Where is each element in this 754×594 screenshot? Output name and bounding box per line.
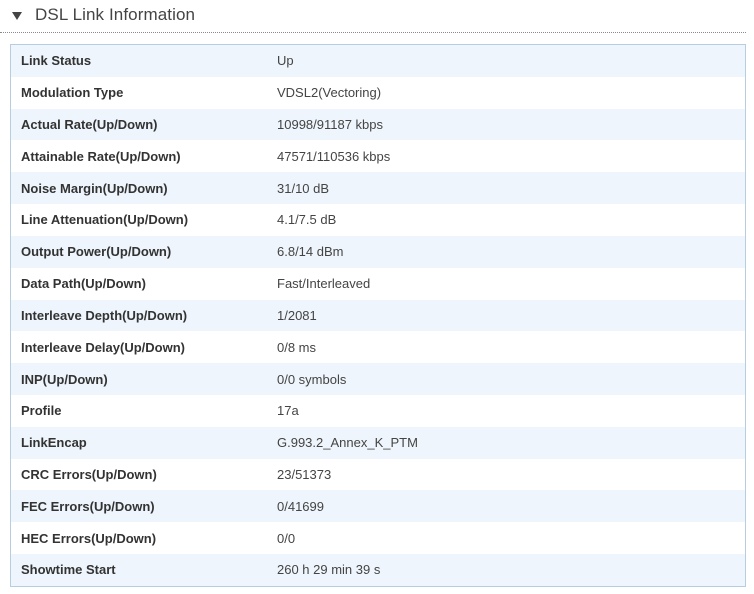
table-row-actual-rate: Actual Rate(Up/Down) 10998/91187 kbps [11,108,745,141]
row-value: 4.1/7.5 dB [277,212,337,228]
table-row-noise-margin: Noise Margin(Up/Down) 31/10 dB [11,172,745,205]
row-label: Modulation Type [21,85,124,101]
row-value: 260 h 29 min 39 s [277,562,381,578]
row-value: 0/0 [277,530,296,546]
table-row-profile: Profile 17a [11,394,745,427]
row-value: 1/2081 [277,307,317,323]
dsl-info-table: Link Status Up Modulation Type VDSL2(Vec… [10,44,746,587]
table-row-modulation-type: Modulation Type VDSL2(Vectoring) [11,76,745,109]
table-row-showtime-start: Showtime Start 260 h 29 min 39 s [11,554,745,586]
section-title: DSL Link Information [35,5,196,24]
section-divider [0,32,746,33]
row-label: Output Power(Up/Down) [21,244,172,260]
table-row-attainable-rate: Attainable Rate(Up/Down) 47571/110536 kb… [11,140,745,173]
row-label: LinkEncap [21,435,87,451]
row-value: Up [277,53,294,69]
row-label: Data Path(Up/Down) [21,276,146,292]
row-value: 10998/91187 kbps [277,117,384,133]
triangle-down-icon[interactable] [12,12,22,20]
table-row-interleave-depth: Interleave Depth(Up/Down) 1/2081 [11,299,745,332]
table-row-output-power: Output Power(Up/Down) 6.8/14 dBm [11,235,745,268]
row-value: 0/41699 [277,498,324,514]
row-label: Noise Margin(Up/Down) [21,180,168,196]
row-value: 31/10 dB [277,180,330,196]
row-value: 47571/110536 kbps [277,148,391,164]
table-row-interleave-delay: Interleave Delay(Up/Down) 0/8 ms [11,331,745,364]
row-value: Fast/Interleaved [277,276,371,292]
dsl-link-info-section-toggle[interactable]: DSL Link Information [0,0,746,30]
table-row-line-attenuation: Line Attenuation(Up/Down) 4.1/7.5 dB [11,204,745,236]
row-label: FEC Errors(Up/Down) [21,498,155,514]
table-row-link-status: Link Status Up [11,45,745,77]
table-row-inp: INP(Up/Down) 0/0 symbols [11,363,745,395]
row-value: 17a [277,403,299,419]
row-label: HEC Errors(Up/Down) [21,530,157,546]
table-row-data-path: Data Path(Up/Down) Fast/Interleaved [11,267,745,300]
table-row-crc-errors: CRC Errors(Up/Down) 23/51373 [11,458,745,491]
row-label: Profile [21,403,62,419]
row-label: Actual Rate(Up/Down) [21,117,158,133]
row-value: VDSL2(Vectoring) [277,85,382,101]
row-label: Interleave Depth(Up/Down) [21,307,188,323]
row-label: Attainable Rate(Up/Down) [21,148,181,164]
row-value: 0/8 ms [277,339,317,355]
row-label: INP(Up/Down) [21,371,108,387]
row-value: 23/51373 [277,466,332,482]
row-label: Interleave Delay(Up/Down) [21,339,185,355]
row-label: CRC Errors(Up/Down) [21,466,157,482]
table-row-fec-errors: FEC Errors(Up/Down) 0/41699 [11,490,745,523]
table-row-hec-errors: HEC Errors(Up/Down) 0/0 [11,522,745,554]
row-label: Line Attenuation(Up/Down) [21,212,189,228]
row-value: 6.8/14 dBm [277,244,344,260]
row-label: Showtime Start [21,562,116,578]
row-label: Link Status [21,53,92,69]
row-value: 0/0 symbols [277,371,347,387]
row-value: G.993.2_Annex_K_PTM [277,435,418,451]
table-row-link-encap: LinkEncap G.993.2_Annex_K_PTM [11,426,745,459]
